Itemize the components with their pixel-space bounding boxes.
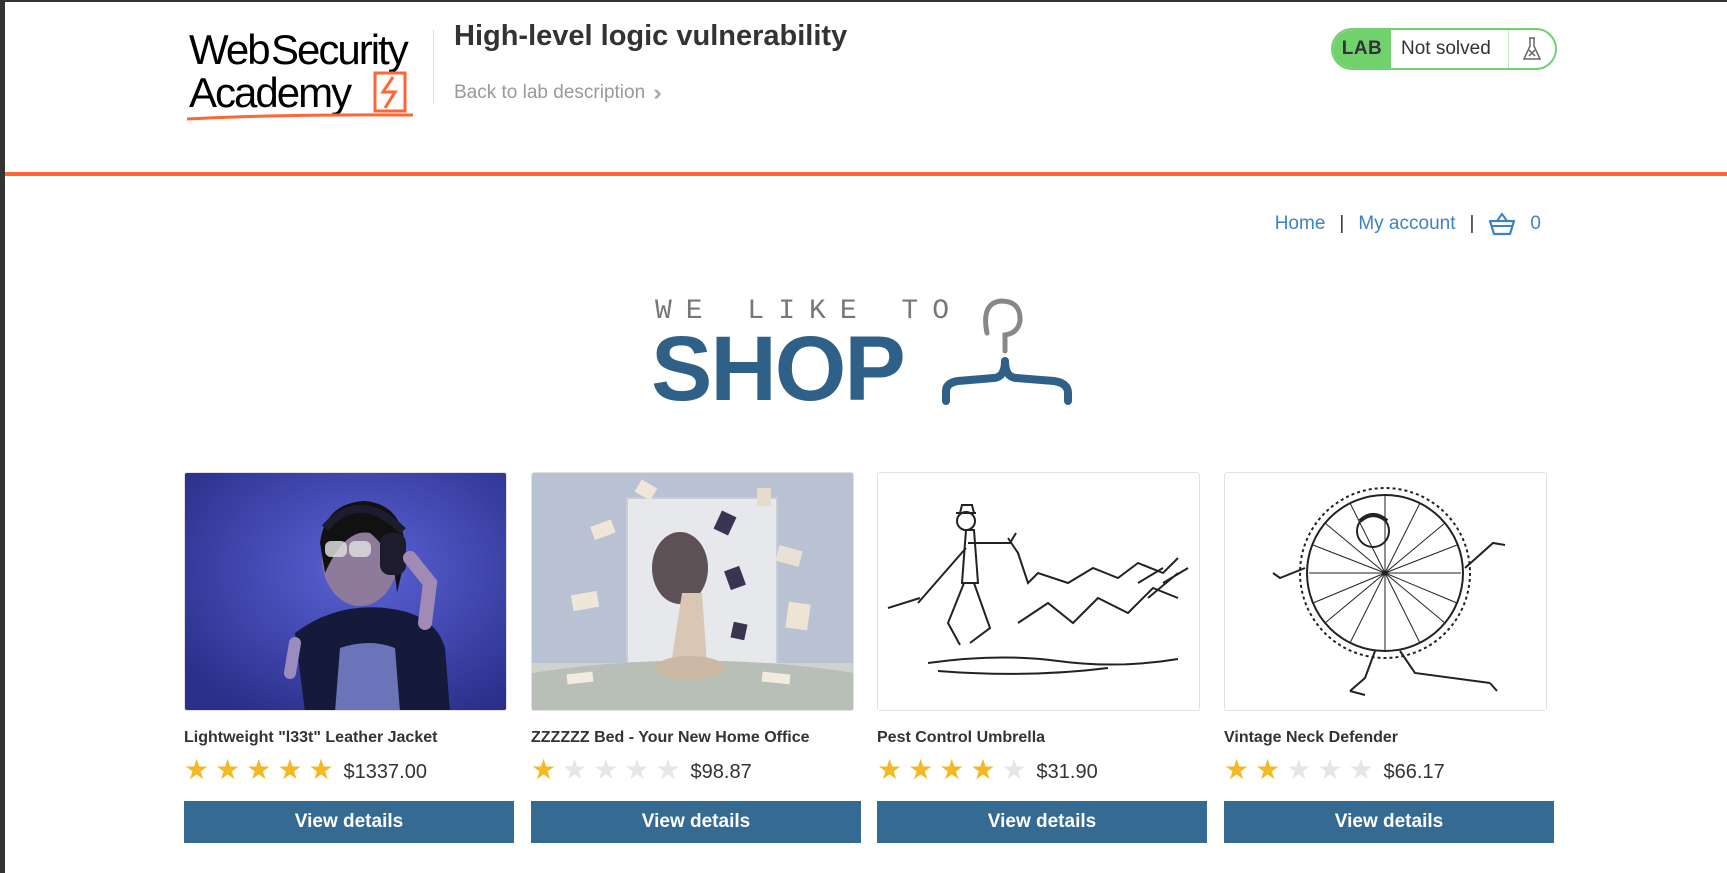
star-empty-icon: ★ (1348, 754, 1374, 785)
back-link-label: Back to lab description (454, 82, 646, 103)
star-filled-icon: ★ (970, 754, 996, 785)
star-empty-icon: ★ (1001, 754, 1027, 785)
star-filled-icon: ★ (939, 754, 965, 785)
lab-title: High-level logic vulnerability (454, 20, 848, 52)
home-link[interactable]: Home (1275, 213, 1326, 235)
nav-separator: | (1339, 213, 1345, 234)
my-account-link[interactable]: My account (1358, 213, 1455, 235)
product-meta: ★ ★ ★ ★ ★ $31.90 (877, 755, 1207, 785)
star-empty-icon: ★ (562, 754, 588, 785)
star-rating: ★ ★ ★ ★ ★ (1224, 756, 1374, 784)
lab-status-widget: LAB Not solved (1331, 28, 1557, 70)
svg-text:Academy: Academy (189, 69, 352, 116)
product-card: Vintage Neck Defender ★ ★ ★ ★ ★ $66.17 View … (1224, 472, 1554, 843)
product-card: ZZZZZZ Bed - Your New Home Office ★ ★ ★ ★ ★ … (531, 472, 861, 843)
lab-badge: LAB (1333, 30, 1391, 68)
star-rating: ★ ★ ★ ★ ★ (184, 756, 334, 784)
star-empty-icon: ★ (593, 754, 619, 785)
view-details-button[interactable]: View details (877, 801, 1207, 843)
star-filled-icon: ★ (277, 754, 303, 785)
star-filled-icon: ★ (184, 754, 210, 785)
product-card: Pest Control Umbrella ★ ★ ★ ★ ★ $31.90 View … (877, 472, 1207, 843)
back-to-lab-description-link[interactable]: Back to lab description ›› (454, 80, 661, 106)
star-rating: ★ ★ ★ ★ ★ (877, 756, 1027, 784)
star-empty-icon: ★ (655, 754, 681, 785)
view-details-button[interactable]: View details (184, 801, 514, 843)
product-meta: ★ ★ ★ ★ ★ $66.17 (1224, 755, 1554, 785)
product-price: $31.90 (1036, 760, 1098, 783)
coat-hanger-icon (942, 298, 1072, 405)
product-price: $1337.00 (343, 760, 427, 783)
star-filled-icon: ★ (877, 754, 903, 785)
flask-icon (1509, 30, 1555, 68)
cart-count: 0 (1530, 213, 1541, 234)
product-price: $66.17 (1383, 760, 1445, 783)
product-image[interactable] (531, 472, 854, 711)
product-image[interactable] (184, 472, 507, 711)
star-rating: ★ ★ ★ ★ ★ (531, 756, 681, 784)
shop-top-links: Home | My account | 0 (1275, 212, 1541, 236)
star-filled-icon: ★ (1224, 754, 1250, 785)
product-image[interactable] (1224, 472, 1547, 711)
banner-title: SHOP (651, 318, 906, 420)
svg-text:Web: Web (189, 26, 269, 73)
product-name: Pest Control Umbrella (877, 729, 1046, 746)
academy-header: Web Security Academy High-level logic vu… (5, 2, 1727, 172)
star-empty-icon: ★ (1317, 754, 1343, 785)
star-filled-icon: ★ (308, 754, 334, 785)
product-meta: ★ ★ ★ ★ ★ $1337.00 (184, 755, 514, 785)
star-filled-icon: ★ (246, 754, 272, 785)
header-orange-divider (5, 172, 1727, 176)
star-filled-icon: ★ (908, 754, 934, 785)
shop-banner: WE LIKE TO SHOP (651, 293, 1085, 415)
view-details-button[interactable]: View details (531, 801, 861, 843)
product-card: Lightweight "l33t" Leather Jacket ★ ★ ★ ★ ★ … (184, 472, 514, 843)
product-meta: ★ ★ ★ ★ ★ $98.87 (531, 755, 861, 785)
view-details-button[interactable]: View details (1224, 801, 1554, 843)
star-filled-icon: ★ (1255, 754, 1281, 785)
cart-link[interactable]: 0 (1488, 212, 1541, 236)
product-name: Vintage Neck Defender (1224, 729, 1398, 746)
double-chevron-right-icon: ›› (653, 80, 661, 105)
web-security-academy-logo[interactable]: Web Security Academy (185, 22, 435, 122)
lab-status-text: Not solved (1391, 30, 1509, 68)
product-name: ZZZZZZ Bed - Your New Home Office (531, 729, 810, 746)
star-filled-icon: ★ (215, 754, 241, 785)
basket-icon (1489, 212, 1516, 236)
star-filled-icon: ★ (531, 754, 557, 785)
product-name: Lightweight "l33t" Leather Jacket (184, 729, 438, 746)
nav-separator: | (1469, 213, 1475, 234)
star-empty-icon: ★ (624, 754, 650, 785)
star-empty-icon: ★ (1286, 754, 1312, 785)
header-divider (433, 30, 434, 104)
product-image[interactable] (877, 472, 1200, 711)
product-price: $98.87 (690, 760, 752, 783)
svg-text:Security: Security (271, 26, 409, 73)
